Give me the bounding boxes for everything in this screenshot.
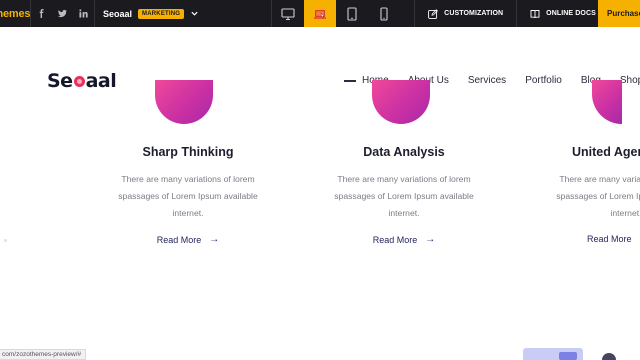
theme-name: Seoaal <box>103 8 133 19</box>
laptop-icon[interactable] <box>304 0 337 27</box>
arrow-right-icon: → <box>425 234 436 245</box>
edit-icon <box>428 8 439 19</box>
tablet-icon[interactable] <box>336 0 368 27</box>
preview-toolbar: themes Seoaal MARKETING CUSTOMIZATION ON… <box>0 0 640 27</box>
active-indicator <box>344 79 356 82</box>
customization-label: CUSTOMIZATION <box>444 10 504 17</box>
status-url: com/zozothemes-preview/# <box>0 349 87 360</box>
customization-link[interactable]: CUSTOMIZATION <box>415 0 516 27</box>
chevron-down-icon <box>191 11 198 16</box>
logo-mark-icon <box>73 76 85 87</box>
online-docs-link[interactable]: ONLINE DOCS <box>517 0 609 27</box>
feature-text: There are many variations of lorem spass… <box>118 174 258 218</box>
nav-services[interactable]: Services <box>468 75 506 86</box>
nav-portfolio[interactable]: Portfolio <box>525 75 562 86</box>
theme-selector[interactable]: Seoaal MARKETING <box>95 0 207 27</box>
arrow-right-icon: → <box>209 234 220 245</box>
mobile-icon[interactable] <box>368 0 400 27</box>
feature-image <box>155 80 213 124</box>
zozothemes-logo[interactable]: themes <box>0 0 30 27</box>
purchase-button[interactable]: Purchase <box>598 0 640 27</box>
feature-title: United Agency <box>572 145 640 159</box>
slider-dot[interactable] <box>4 239 7 242</box>
feature-title: Sharp Thinking <box>142 145 234 159</box>
read-more-label: Read More <box>587 234 632 244</box>
site-logo[interactable]: Se aal <box>47 70 117 92</box>
feature-card: United Agency There are many variations … <box>552 145 640 244</box>
read-more-label: Read More <box>372 234 418 245</box>
feature-image <box>372 80 430 124</box>
chat-icon[interactable] <box>602 353 616 360</box>
feature-image <box>592 80 622 124</box>
read-more-label: Read More <box>156 234 202 245</box>
feature-text: There are many variations of lorem spass… <box>334 174 474 218</box>
twitter-icon[interactable] <box>52 0 73 27</box>
feature-card: Sharp Thinking There are many variations… <box>98 145 278 245</box>
nav-shop[interactable]: Shop <box>620 75 640 86</box>
promo-card[interactable] <box>523 348 583 360</box>
feature-title: Data Analysis <box>363 145 445 159</box>
read-more-link[interactable]: Read More → <box>314 234 494 245</box>
read-more-link[interactable]: Read More <box>552 234 640 244</box>
read-more-link[interactable]: Read More → <box>98 234 278 245</box>
linkedin-icon[interactable] <box>73 0 94 27</box>
online-docs-label: ONLINE DOCS <box>546 10 596 17</box>
desktop-icon[interactable] <box>272 0 304 27</box>
facebook-icon[interactable] <box>31 0 52 27</box>
theme-tag: MARKETING <box>138 8 185 19</box>
feature-text: There are many variations of lorem spass… <box>556 174 640 218</box>
feature-card: Data Analysis There are many variations … <box>314 145 494 245</box>
book-icon <box>530 9 540 18</box>
